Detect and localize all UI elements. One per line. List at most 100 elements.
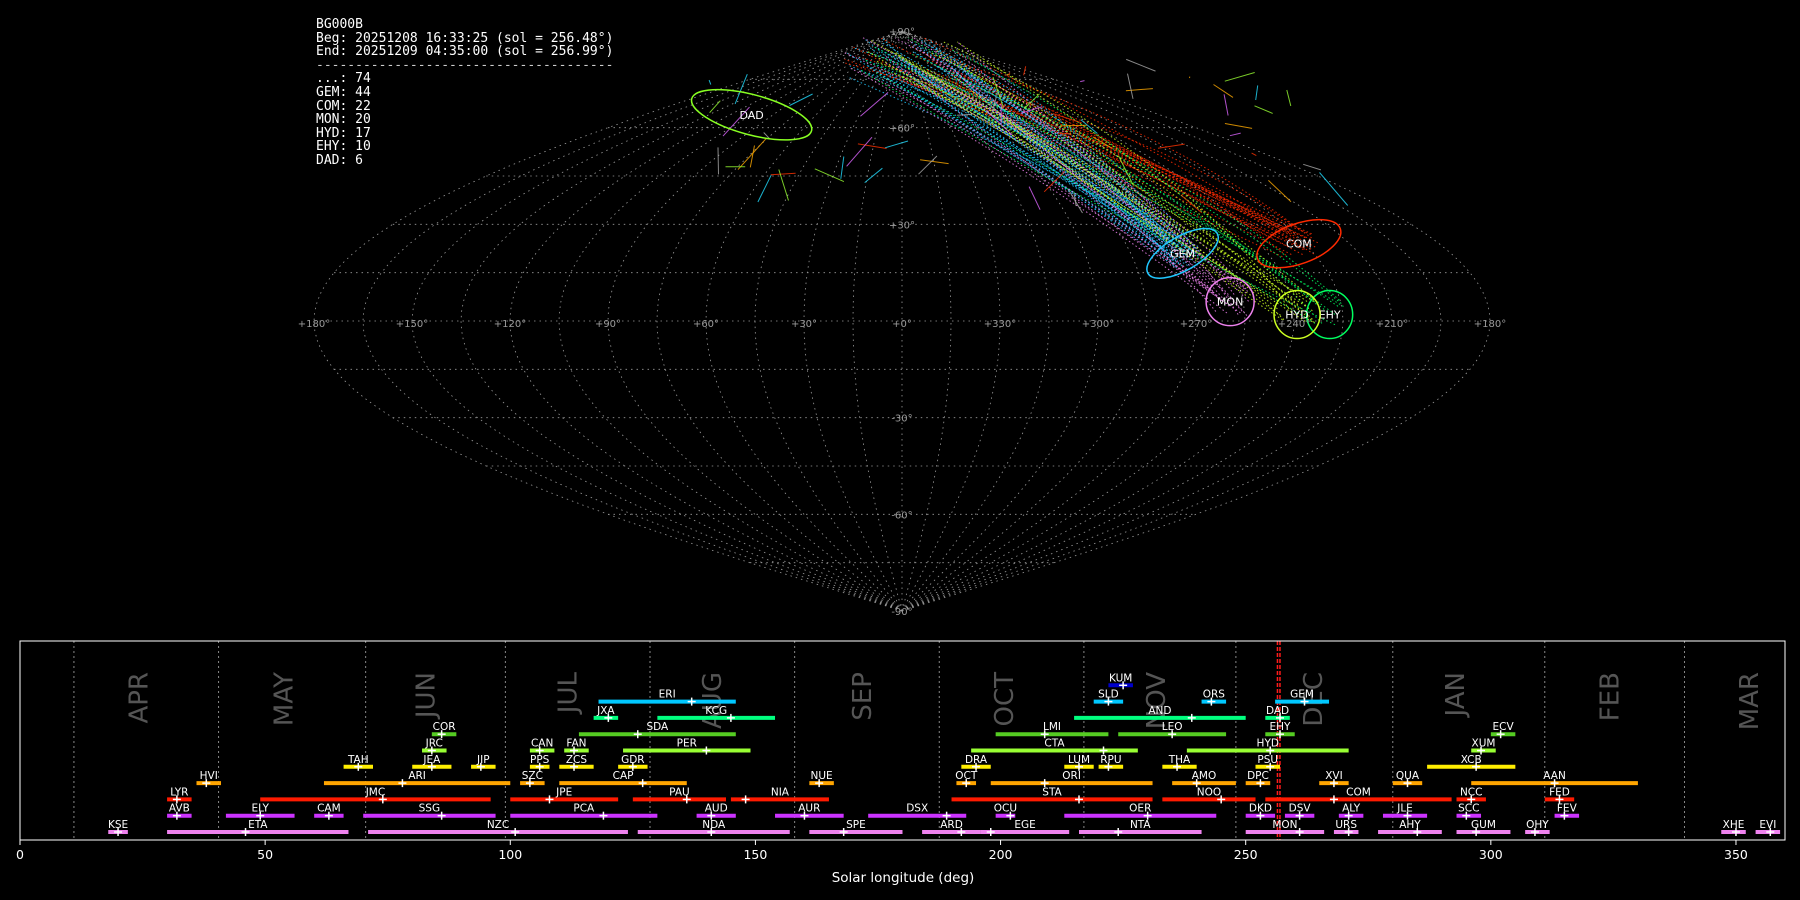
shower-code-amo: AMO xyxy=(1192,770,1217,782)
radiant-label-ehy: EHY xyxy=(1319,309,1341,322)
sporadic-trail xyxy=(840,156,845,179)
lon-tick-label: +180° xyxy=(1474,319,1506,330)
sporadic-trail xyxy=(814,168,845,183)
meteor-trail xyxy=(935,49,1315,323)
shower-code-leo: LEO xyxy=(1162,721,1183,733)
sporadic-trail xyxy=(1224,123,1253,129)
shower-code-evi: EVI xyxy=(1759,819,1776,831)
month-label: MAY xyxy=(269,672,299,726)
sporadic-trail xyxy=(1224,72,1255,82)
shower-code-jrc: JRC xyxy=(425,738,443,750)
shower-code-ahy: AHY xyxy=(1399,819,1421,831)
shower-code-and: AND xyxy=(1148,705,1171,717)
shower-code-oer: OER xyxy=(1129,803,1151,815)
sporadic-trail xyxy=(864,167,883,183)
sporadic-trail xyxy=(789,93,813,106)
sporadic-trail xyxy=(1023,66,1027,76)
begin-time: Beg: 20251208 16:33:25 (sol = 256.48°) xyxy=(316,30,614,46)
x-tick-label: 50 xyxy=(257,847,273,862)
lon-tick-label: +120° xyxy=(494,319,526,330)
sporadic-trail xyxy=(708,79,712,85)
shower-timeline: APR MAY JUN JUL AUG SEP OCT NOV DEC JAN FEB MAR KUM… xyxy=(16,640,1786,886)
month-label: OCT xyxy=(990,672,1020,727)
shower-code-per: PER xyxy=(677,738,697,750)
shower-code-tha: THA xyxy=(1168,754,1191,766)
shower-bars: KUM ERI SLD ORS GEM JXA KCG AND DAD COR SDA LMI LEO E… xyxy=(108,672,1781,836)
sporadic-trail xyxy=(770,172,796,176)
meteor-trail xyxy=(922,71,1287,247)
shower-code-avb: AVB xyxy=(169,803,190,815)
shower-code-eri: ERI xyxy=(659,689,676,701)
shower-code-cta: CTA xyxy=(1044,738,1065,750)
lat-tick-label: +30° xyxy=(889,220,915,231)
meteor-trail xyxy=(843,62,1316,248)
x-axis: 0 50 100 150 200 250 300 350 xyxy=(16,840,1748,862)
sporadic-trail xyxy=(1061,124,1087,127)
sporadic-trail xyxy=(918,155,938,175)
station-name: BG000B xyxy=(316,17,363,32)
sporadic-trail xyxy=(1126,58,1156,72)
plot-frame xyxy=(19,640,1786,841)
shower-code-zcs: ZCS xyxy=(566,754,588,766)
sky-map: COMGEMMONEHYHYDDAD +180° +150° +120° +90° +6… xyxy=(298,27,1506,618)
shower-code-urs: URS xyxy=(1335,819,1357,831)
shower-code-ege: EGE xyxy=(1014,819,1035,831)
shower-code-kcg: KCG xyxy=(705,705,727,717)
shower-code-pps: PPS xyxy=(530,754,550,766)
shower-code-noo: NOO xyxy=(1197,786,1221,798)
lon-tick-label: +270° xyxy=(1180,319,1212,330)
shower-code-ori: ORI xyxy=(1062,770,1081,782)
shower-code-fed: FED xyxy=(1549,786,1570,798)
shower-code-gdr: GDR xyxy=(621,754,645,766)
month-label: FEB xyxy=(1595,672,1625,721)
month-label: MAR xyxy=(1735,672,1765,730)
shower-code-dad: DAD xyxy=(1266,705,1289,717)
shower-code-ard: ARD xyxy=(940,819,963,831)
shower-code-qua: QUA xyxy=(1396,770,1420,782)
shower-code-ocu: OCU xyxy=(994,803,1017,815)
shower-code-rpu: RPU xyxy=(1100,754,1121,766)
shower-code-jpe: JPE xyxy=(555,786,572,798)
x-tick-label: 200 xyxy=(989,847,1013,862)
shower-code-ecv: ECV xyxy=(1493,721,1515,733)
shower-code-xum: XUM xyxy=(1472,738,1496,750)
shower-code-dsv: DSV xyxy=(1289,803,1312,815)
shower-code-ncc: NCC xyxy=(1460,786,1483,798)
meteor-trail xyxy=(929,74,1175,264)
shower-code-aly: ALY xyxy=(1342,803,1361,815)
meteor-trail xyxy=(852,46,1283,258)
shower-code-hyd: HYD xyxy=(1257,738,1279,750)
sporadic-trail xyxy=(1213,84,1234,98)
shower-code-cap: CAP xyxy=(613,770,634,782)
shower-code-ari: ARI xyxy=(408,770,426,782)
x-tick-label: 0 xyxy=(16,847,24,862)
shower-code-nda: NDA xyxy=(702,819,726,831)
meteor-trail xyxy=(922,56,1306,250)
lon-tick-label: +330° xyxy=(984,319,1016,330)
shower-code-psu: PSU xyxy=(1257,754,1278,766)
sporadic-trail xyxy=(884,140,909,149)
shower-code-jmc: JMC xyxy=(365,786,386,798)
meteor-trails xyxy=(708,36,1349,326)
sporadic-trail xyxy=(1127,73,1134,99)
lat-tick-label: +90° xyxy=(889,27,915,38)
shower-code-lyr: LYR xyxy=(170,786,188,798)
shower-code-nta: NTA xyxy=(1130,819,1151,831)
shower-code-szc: SZC xyxy=(522,770,543,782)
sporadic-trail xyxy=(1043,171,1065,193)
x-tick-label: 250 xyxy=(1234,847,1258,862)
x-axis-label: Solar longitude (deg) xyxy=(832,870,975,886)
shower-code-can: CAN xyxy=(531,738,553,750)
shower-code-sld: SLD xyxy=(1098,689,1119,701)
lat-tick-label: -60° xyxy=(891,510,912,521)
shower-code-aur: AUR xyxy=(798,803,820,815)
sporadic-trail xyxy=(1319,172,1349,206)
count-com: COM: 22 xyxy=(316,98,371,114)
count-hyd: HYD: 17 xyxy=(316,125,371,141)
shower-code-pca: PCA xyxy=(573,803,595,815)
shower-code-cam: CAM xyxy=(317,803,341,815)
lat-tick-label: +60° xyxy=(889,124,915,135)
count-gem: GEM: 44 xyxy=(316,84,371,100)
shower-code-aan: AAN xyxy=(1543,770,1566,782)
sporadic-trail xyxy=(749,145,755,168)
